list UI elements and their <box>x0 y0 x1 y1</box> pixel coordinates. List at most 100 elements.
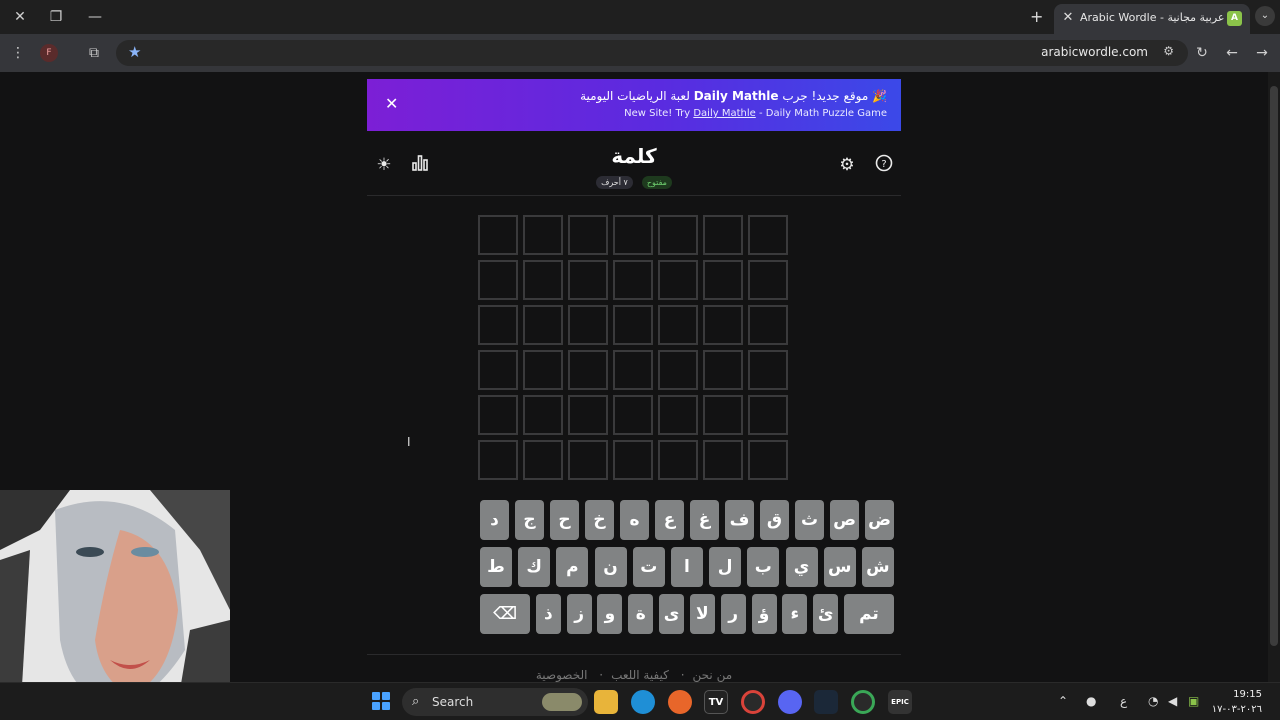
microphone-icon[interactable]: ● <box>1086 694 1096 708</box>
grid-cell <box>658 395 698 435</box>
mode-badge: مفتوح <box>641 176 672 189</box>
guess-grid <box>478 215 793 485</box>
address-bar[interactable]: ★ arabicwordle.com ⚙ <box>116 40 1188 66</box>
tradingview-icon[interactable]: TV <box>704 690 728 714</box>
discord-icon[interactable] <box>778 690 802 714</box>
keyboard-key[interactable]: ي <box>785 547 818 587</box>
grid-cell <box>748 260 788 300</box>
profile-avatar[interactable]: F <box>40 44 58 62</box>
keyboard-key[interactable]: ه <box>620 500 649 540</box>
keyboard-key[interactable]: ك <box>518 547 551 587</box>
input-language-indicator[interactable]: ع <box>1120 694 1127 708</box>
system-clock[interactable]: 19:15 ٢٠٢٦-٠٣-١٧ <box>1212 687 1262 717</box>
keyboard-key[interactable]: ؤ <box>751 594 777 634</box>
keyboard-key[interactable]: ب <box>747 547 780 587</box>
keyboard-key[interactable]: و <box>597 594 623 634</box>
grid-cell <box>523 305 563 345</box>
grid-cell <box>703 305 743 345</box>
grid-cell <box>658 350 698 390</box>
on-screen-keyboard: دجحخهعغفقثصض طكمنتالبيسش ⌫ ذ ز و ة ى لا ر ؤ ء ئ تم <box>480 500 894 641</box>
footer-link-how-to-play[interactable]: كيفية اللعب <box>611 668 669 682</box>
enter-key[interactable]: تم <box>843 594 894 634</box>
keyboard-key[interactable]: ا <box>670 547 703 587</box>
keyboard-key[interactable]: غ <box>690 500 719 540</box>
taskbar-search[interactable]: ⌕ Search <box>402 688 588 716</box>
keyboard-key[interactable]: ق <box>760 500 789 540</box>
browser-tab-bar: ✕ ❐ — + ✕ Arabic Wordle - كلمة | ألعاب ك… <box>0 0 1280 34</box>
restore-window-icon[interactable]: ❐ <box>44 6 68 28</box>
help-icon[interactable]: ? <box>873 154 895 176</box>
keyboard-key[interactable]: ط <box>480 547 512 587</box>
close-window-icon[interactable]: ✕ <box>8 6 32 28</box>
keyboard-key[interactable]: ر <box>720 594 746 634</box>
settings-gear-icon[interactable]: ⚙ <box>836 154 858 176</box>
keyboard-key[interactable]: ض <box>865 500 894 540</box>
keyboard-key[interactable]: ص <box>830 500 859 540</box>
banner-link[interactable]: Daily Mathle <box>694 89 779 103</box>
tab-close-icon[interactable]: ✕ <box>1060 10 1076 25</box>
keyboard-key[interactable]: ع <box>655 500 684 540</box>
keyboard-key[interactable]: ى <box>659 594 685 634</box>
keyboard-key[interactable]: ن <box>594 547 627 587</box>
backspace-key[interactable]: ⌫ <box>480 594 530 634</box>
edge-icon[interactable] <box>631 690 655 714</box>
search-label: Search <box>432 695 474 709</box>
keyboard-key[interactable]: خ <box>585 500 614 540</box>
menu-dots-icon[interactable]: ⋮ <box>8 43 28 63</box>
file-explorer-icon[interactable] <box>594 690 618 714</box>
grid-cell <box>703 215 743 255</box>
keyboard-key[interactable]: س <box>823 547 856 587</box>
keyboard-key[interactable]: د <box>480 500 509 540</box>
reload-icon[interactable]: ↻ <box>1192 43 1212 63</box>
bookmark-star-icon[interactable]: ★ <box>128 43 141 61</box>
grid-cell <box>568 395 608 435</box>
grid-cell <box>478 350 518 390</box>
scroll-thumb[interactable] <box>1270 86 1278 646</box>
grid-cell <box>478 440 518 480</box>
chrome-profile-icon[interactable] <box>851 690 875 714</box>
keyboard-key[interactable]: ل <box>709 547 742 587</box>
volume-icon[interactable]: ◀ <box>1168 694 1177 708</box>
forward-icon[interactable]: → <box>1252 43 1272 63</box>
url-text[interactable]: arabicwordle.com <box>1041 45 1148 59</box>
firefox-icon[interactable] <box>668 690 692 714</box>
grid-row <box>478 440 793 480</box>
scrollbar[interactable] <box>1268 72 1280 682</box>
keyboard-key[interactable]: ذ <box>535 594 561 634</box>
footer-link-privacy[interactable]: الخصوصية <box>536 668 588 682</box>
epic-games-icon[interactable]: EPIC <box>888 690 912 714</box>
keyboard-key[interactable]: ش <box>861 547 894 587</box>
tab-search-icon[interactable]: ⌄ <box>1255 6 1275 26</box>
banner-line2-suffix: - Daily Math Puzzle Game <box>755 108 887 119</box>
browser-tab[interactable]: ✕ Arabic Wordle - كلمة | ألعاب كلمات عرب… <box>1054 4 1250 34</box>
banner-link-en[interactable]: Daily Mathle <box>693 108 755 119</box>
keyboard-key[interactable]: لا <box>689 594 715 634</box>
tray-app-icon[interactable]: ▣ <box>1188 694 1199 708</box>
windows-start-icon[interactable] <box>372 692 390 710</box>
extensions-icon[interactable]: ⧉ <box>84 43 104 63</box>
keyboard-key[interactable]: ئ <box>813 594 839 634</box>
steam-icon[interactable] <box>814 690 838 714</box>
keyboard-key[interactable]: ج <box>515 500 544 540</box>
keyboard-key[interactable]: ة <box>628 594 654 634</box>
svg-text:?: ? <box>881 159 886 170</box>
chrome-icon[interactable] <box>741 690 765 714</box>
back-icon[interactable]: ← <box>1222 43 1242 63</box>
close-icon[interactable]: ✕ <box>385 94 398 113</box>
keyboard-key[interactable]: ز <box>566 594 592 634</box>
wifi-icon[interactable]: ◔ <box>1148 694 1158 708</box>
new-tab-icon[interactable]: + <box>1030 7 1043 26</box>
site-settings-icon[interactable]: ⚙ <box>1163 44 1174 58</box>
keyboard-key[interactable]: ح <box>550 500 579 540</box>
minimize-window-icon[interactable]: — <box>83 6 107 28</box>
keyboard-key[interactable]: م <box>556 547 589 587</box>
keyboard-key[interactable]: ف <box>725 500 754 540</box>
tray-chevron-icon[interactable]: ⌃ <box>1058 694 1068 708</box>
grid-cell <box>568 215 608 255</box>
promo-banner[interactable]: ✕ 🎉 موقع جديد! جرب Daily Mathle لعبة الر… <box>367 79 901 131</box>
footer-link-about[interactable]: من نحن <box>693 668 733 682</box>
tab-title: Arabic Wordle - كلمة | ألعاب كلمات عربية… <box>1080 11 1226 24</box>
keyboard-key[interactable]: ت <box>632 547 665 587</box>
keyboard-key[interactable]: ث <box>795 500 824 540</box>
keyboard-key[interactable]: ء <box>782 594 808 634</box>
